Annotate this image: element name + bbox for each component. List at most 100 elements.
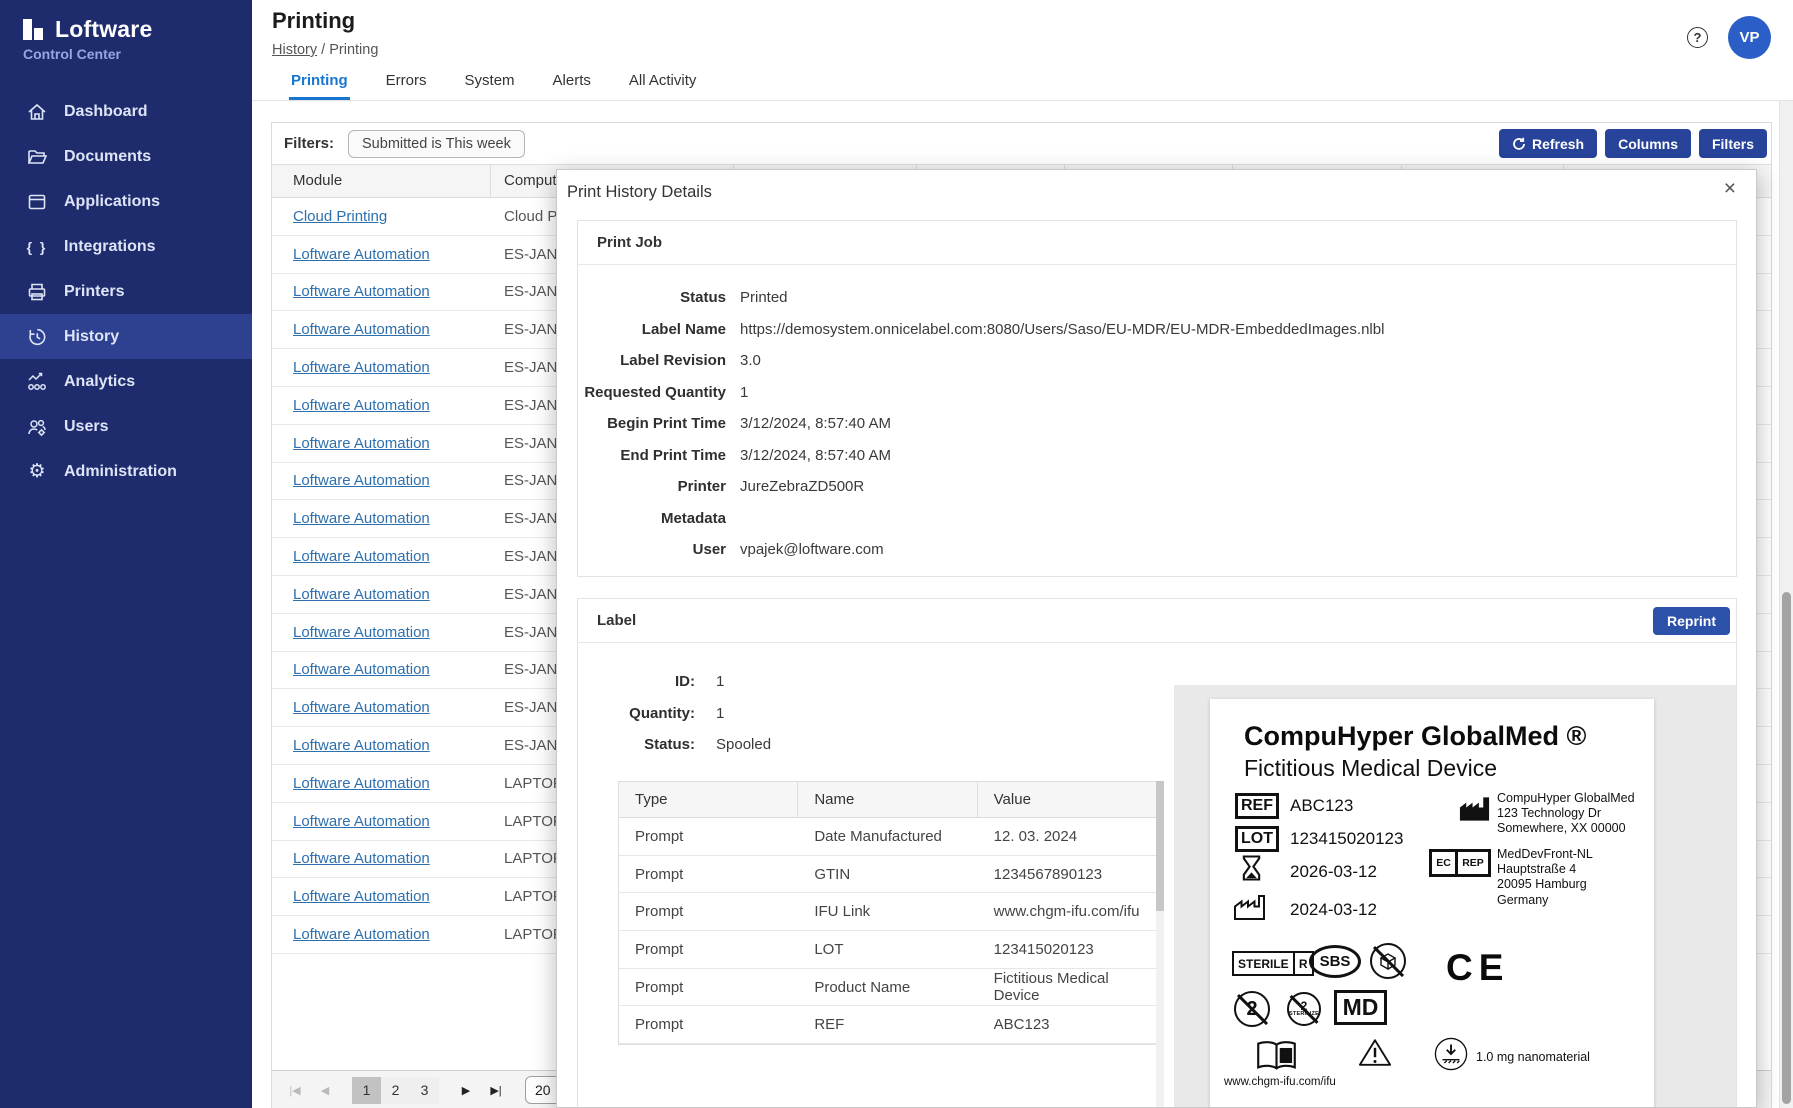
module-link[interactable]: Loftware Automation [293,510,430,527]
tab-system[interactable]: System [463,63,517,100]
next-page-button[interactable]: ▶ [451,1084,481,1097]
page-size-value: 20 [535,1082,551,1098]
help-button[interactable]: ? [1687,27,1708,48]
filter-chip[interactable]: Submitted is This week [348,130,525,158]
module-link[interactable]: Loftware Automation [293,699,430,716]
page-button-3[interactable]: 3 [410,1077,439,1104]
tab-alerts[interactable]: Alerts [551,63,593,100]
page-button-2[interactable]: 2 [381,1077,410,1104]
ec-rep-symbol: EC REP [1429,849,1491,877]
field-row: Uservpajek@loftware.com [578,534,1736,566]
prompts-table: Type Name Value PromptDate Manufactured1… [618,781,1158,1045]
scrollbar-thumb[interactable] [1782,592,1791,1104]
field-label: Status [578,289,726,306]
avatar[interactable]: VP [1728,16,1771,59]
module-link[interactable]: Loftware Automation [293,888,430,905]
reprint-button[interactable]: Reprint [1653,607,1730,635]
sidebar-item-administration[interactable]: ⚙Administration [0,449,252,494]
prompt-type-cell: Prompt [619,893,798,930]
module-link[interactable]: Loftware Automation [293,246,430,263]
sidebar-item-history[interactable]: History [0,314,252,359]
label-section-title: Label [597,612,636,629]
prompt-value-cell: Fictitious Medical Device [978,969,1157,1006]
label-card: Label Reprint ID:1Quantity:1Status:Spool… [577,598,1737,1108]
sidebar-item-applications[interactable]: Applications [0,179,252,224]
field-label: Begin Print Time [578,415,726,432]
ce-mark: CE [1446,947,1509,989]
module-link[interactable]: Loftware Automation [293,321,430,338]
page-header: Printing History / Printing ? VP [252,0,1793,63]
module-link[interactable]: Loftware Automation [293,397,430,414]
previous-page-button[interactable]: ◀ [310,1084,340,1097]
prompt-name-cell: IFU Link [798,893,977,930]
print-job-card: Print Job StatusPrintedLabel Namehttps:/… [577,220,1737,577]
module-link[interactable]: Loftware Automation [293,926,430,943]
address-line: 123 Technology Dr [1497,806,1635,821]
breadcrumb: History / Printing [272,42,378,58]
gear-icon: ⚙ [26,461,48,483]
sidebar-item-documents[interactable]: Documents [0,134,252,179]
prompts-scrollbar-thumb[interactable] [1156,781,1164,911]
field-label: Label Name [578,321,726,338]
page-scrollbar[interactable] [1779,101,1793,1108]
module-link[interactable]: Loftware Automation [293,548,430,565]
module-link[interactable]: Loftware Automation [293,435,430,452]
field-value: vpajek@loftware.com [740,541,884,558]
label-brand-title: CompuHyper GlobalMed ® [1244,721,1586,752]
field-row: Label Revision3.0 [578,345,1736,377]
sidebar-item-users[interactable]: Users [0,404,252,449]
warning-triangle-icon [1358,1037,1392,1073]
prompt-row: PromptIFU Linkwww.chgm-ifu.com/ifu [619,893,1157,931]
prompt-row: PromptLOT123415020123 [619,931,1157,969]
sidebar-item-label: History [64,328,119,346]
sidebar-item-integrations[interactable]: { }Integrations [0,224,252,269]
manufacture-date-icon [1233,893,1267,926]
module-link[interactable]: Loftware Automation [293,624,430,641]
refresh-button[interactable]: Refresh [1499,129,1597,158]
sidebar-item-label: Applications [64,193,160,211]
module-link[interactable]: Loftware Automation [293,472,430,489]
apps-icon [26,191,48,213]
sidebar-item-label: Users [64,418,108,436]
breadcrumb-history-link[interactable]: History [272,42,317,58]
filters-label: Filters: [284,135,334,152]
prompt-row: PromptREFABC123 [619,1006,1157,1044]
module-link[interactable]: Loftware Automation [293,283,430,300]
refresh-icon [1512,137,1526,151]
manufacture-date: 2024-03-12 [1290,900,1377,920]
module-link[interactable]: Loftware Automation [293,661,430,678]
last-page-button[interactable]: ▶| [481,1084,511,1097]
ec-rep-lines: MedDevFront-NLHauptstraße 420095 Hamburg… [1497,847,1593,908]
address-line: Somewhere, XX 00000 [1497,821,1635,836]
module-link[interactable]: Loftware Automation [293,359,430,376]
sidebar-item-printers[interactable]: Printers [0,269,252,314]
module-link[interactable]: Loftware Automation [293,737,430,754]
sidebar-item-label: Dashboard [64,103,148,121]
module-link[interactable]: Loftware Automation [293,775,430,792]
prompt-value-cell: www.chgm-ifu.com/ifu [978,893,1157,930]
column-separator [490,165,491,197]
history-icon [26,326,48,348]
prompts-scrollbar[interactable] [1156,781,1164,1107]
sidebar-item-analytics[interactable]: Analytics [0,359,252,404]
tab-printing[interactable]: Printing [289,63,350,100]
page-button-1[interactable]: 1 [352,1077,381,1104]
columns-button[interactable]: Columns [1605,129,1691,158]
filters-button[interactable]: Filters [1699,129,1767,158]
logo-text: Loftware [55,16,152,43]
manufacturer-factory-icon [1458,794,1491,827]
column-header-module: Module [293,172,342,189]
address-line: Hauptstraße 4 [1497,862,1593,877]
field-row: Metadata [578,503,1736,535]
module-link[interactable]: Loftware Automation [293,586,430,603]
sidebar-item-dashboard[interactable]: Dashboard [0,89,252,134]
prompt-type-cell: Prompt [619,1006,798,1043]
tab-errors[interactable]: Errors [384,63,429,100]
first-page-button[interactable]: |◀ [280,1084,310,1097]
module-link[interactable]: Loftware Automation [293,850,430,867]
module-link[interactable]: Cloud Printing [293,208,387,225]
tab-all-activity[interactable]: All Activity [627,63,699,100]
prompt-type-cell: Prompt [619,856,798,893]
module-link[interactable]: Loftware Automation [293,813,430,830]
close-icon[interactable]: × [1724,178,1736,199]
